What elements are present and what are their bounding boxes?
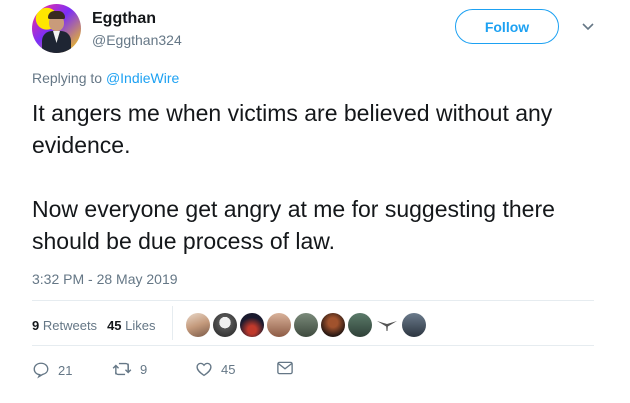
retweet-icon	[112, 362, 132, 376]
liker-avatar[interactable]	[375, 313, 399, 337]
retweets-stat[interactable]: 9 Retweets	[32, 318, 97, 333]
tweet-paragraph: It angers me when victims are believed w…	[32, 100, 553, 158]
tweet-paragraph: Now everyone get angry at me for suggest…	[32, 196, 555, 254]
likes-label: Likes	[125, 317, 156, 333]
like-button[interactable]: 45	[195, 360, 235, 378]
divider	[32, 345, 594, 346]
liker-avatar[interactable]	[294, 313, 318, 337]
follow-button[interactable]: Follow	[455, 9, 559, 44]
divider	[32, 300, 594, 301]
tweet-actions: 21 9 45	[32, 356, 293, 384]
liker-avatar[interactable]	[186, 313, 210, 337]
liker-avatars	[186, 312, 429, 338]
tweet-stats: 9 Retweets 45 Likes	[32, 312, 156, 338]
liker-avatar[interactable]	[213, 313, 237, 337]
tweet-header: Eggthan @Eggthan324 Follow	[32, 4, 612, 56]
liker-avatar[interactable]	[348, 313, 372, 337]
replying-to: Replying to @IndieWire	[32, 70, 179, 86]
retweet-button[interactable]: 9	[112, 360, 147, 378]
tweet-text: It angers me when victims are believed w…	[32, 97, 612, 257]
reply-button[interactable]: 21	[32, 361, 72, 379]
user-avatar[interactable]	[32, 4, 81, 53]
direct-message-button[interactable]	[276, 360, 294, 376]
reply-count: 21	[58, 362, 73, 378]
replying-to-mention-link[interactable]: @IndieWire	[106, 70, 179, 86]
liker-avatar[interactable]	[240, 313, 264, 337]
envelope-icon	[277, 361, 293, 375]
likes-count: 45	[107, 317, 122, 333]
retweet-count: 9	[140, 361, 148, 377]
like-count: 45	[221, 361, 236, 377]
reply-icon	[33, 362, 49, 379]
replying-to-label: Replying to	[32, 70, 106, 86]
liker-avatar[interactable]	[321, 313, 345, 337]
display-name[interactable]: Eggthan	[92, 10, 156, 28]
liker-avatar[interactable]	[267, 313, 291, 337]
avatar-hair	[48, 11, 65, 19]
retweets-label: Retweets	[42, 317, 98, 333]
chevron-down-icon[interactable]	[579, 18, 597, 36]
likes-stat[interactable]: 45 Likes	[107, 318, 155, 333]
retweets-count: 9	[32, 317, 40, 333]
liker-avatar[interactable]	[402, 313, 426, 337]
divider	[172, 306, 173, 340]
user-handle[interactable]: @Eggthan324	[92, 32, 182, 48]
tweet-timestamp[interactable]: 3:32 PM - 28 May 2019	[32, 271, 178, 287]
heart-icon	[196, 362, 212, 377]
